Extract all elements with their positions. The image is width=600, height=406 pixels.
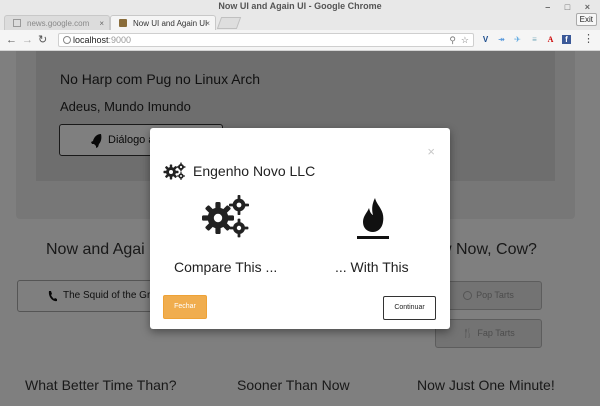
gears-icon [163, 161, 187, 186]
extension-arrow-icon[interactable]: ↠ [497, 35, 506, 44]
gears-icon [202, 194, 250, 245]
extension-v-icon[interactable]: V [481, 35, 490, 44]
compare-left-caption: Compare This ... [174, 259, 278, 275]
facebook-icon[interactable]: f [562, 35, 571, 44]
extension-a-icon[interactable]: A [546, 35, 555, 44]
new-tab-button[interactable] [216, 17, 242, 29]
tab-news[interactable]: news.google.com × [4, 15, 110, 30]
browser-toolbar: ← → ↻ localhost:9000 ⚲ ☆ V ↠ ✈ ≡ A f ⋮ [0, 30, 600, 51]
compare-right-caption: ... With This [335, 259, 409, 275]
reload-icon[interactable]: ↻ [38, 33, 47, 47]
close-tab-icon[interactable]: × [205, 16, 210, 30]
window-titlebar: Now UI and Again UI - Google Chrome – □ … [0, 0, 600, 13]
extension-bird-icon[interactable]: ✈ [513, 35, 522, 44]
back-icon[interactable]: ← [6, 33, 17, 47]
bookmark-star-icon[interactable]: ☆ [461, 34, 469, 46]
exit-button[interactable]: Exit [575, 13, 597, 26]
forward-icon[interactable]: → [22, 33, 33, 47]
window-title: Now UI and Again UI - Google Chrome [218, 1, 382, 11]
modal-title: Engenho Novo LLC [193, 163, 316, 179]
info-icon[interactable] [63, 36, 71, 44]
tab-active[interactable]: Now UI and Again UI × [110, 15, 216, 30]
tab-label: news.google.com [27, 19, 90, 28]
extension-lines-icon[interactable]: ≡ [530, 35, 539, 44]
tab-strip: news.google.com × Now UI and Again UI × … [0, 13, 600, 30]
continue-button[interactable]: Continuar [383, 296, 436, 320]
zoom-icon[interactable]: ⚲ [449, 34, 456, 46]
tab-label: Now UI and Again UI [133, 19, 208, 28]
modal-dialog: × Engenho Novo LLC Compare This ... ... … [150, 128, 450, 329]
close-tab-icon[interactable]: × [99, 16, 104, 30]
close-icon[interactable]: × [427, 145, 435, 158]
close-button[interactable]: Fechar [163, 295, 207, 319]
url-host: localhost [73, 35, 109, 45]
page-icon [13, 19, 21, 27]
menu-icon[interactable]: ⋮ [583, 34, 594, 45]
address-bar[interactable]: localhost:9000 ⚲ ☆ [58, 33, 474, 47]
url-port: :9000 [108, 35, 132, 45]
fire-icon [355, 196, 391, 247]
app-favicon-icon [119, 19, 127, 27]
